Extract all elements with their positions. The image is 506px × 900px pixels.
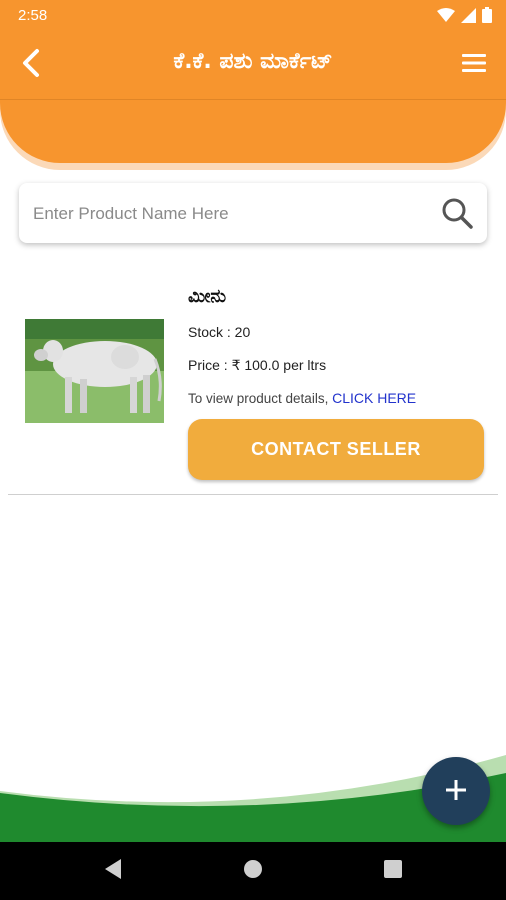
nav-home-icon	[243, 859, 263, 883]
search-box	[19, 183, 487, 245]
nav-recents-button[interactable]	[378, 856, 408, 886]
product-image[interactable]	[25, 319, 164, 423]
battery-icon	[482, 7, 492, 27]
header-curve	[0, 100, 506, 163]
status-time: 2:58	[18, 7, 48, 24]
nav-recents-icon	[384, 860, 402, 882]
wifi-icon	[437, 7, 455, 27]
product-card: ಮೀನು Stock : 20 Price : ₹ 100.0 per ltrs…	[8, 272, 498, 494]
search-icon[interactable]	[441, 197, 473, 229]
plus-icon	[445, 779, 467, 804]
menu-icon	[462, 54, 486, 76]
details-link[interactable]: CLICK HERE	[332, 390, 416, 406]
nav-back-icon	[103, 858, 123, 884]
system-nav-bar	[0, 842, 506, 900]
signal-icon	[461, 7, 476, 27]
add-button[interactable]	[422, 757, 490, 825]
product-price: Price : ₹ 100.0 per ltrs	[188, 357, 327, 373]
page-title: ಕೆ.ಕೆ. ಪಶು ಮಾರ್ಕೆಟ್	[173, 49, 333, 74]
status-bar: 2:58	[0, 0, 506, 32]
product-details-text: To view product details, CLICK HERE	[188, 390, 416, 406]
status-icons	[437, 7, 492, 27]
app-bar: ಕೆ.ಕೆ. ಪಶು ಮಾರ್ಕೆಟ್	[0, 32, 506, 100]
nav-home-button[interactable]	[238, 856, 268, 886]
card-divider	[8, 494, 498, 495]
nav-back-button[interactable]	[98, 856, 128, 886]
product-name: ಮೀನು	[188, 286, 227, 307]
menu-button[interactable]	[456, 48, 492, 82]
details-label: To view product details,	[188, 391, 333, 406]
search-input[interactable]	[31, 183, 435, 245]
product-stock: Stock : 20	[188, 324, 251, 340]
contact-seller-button[interactable]: CONTACT SELLER	[188, 419, 484, 480]
